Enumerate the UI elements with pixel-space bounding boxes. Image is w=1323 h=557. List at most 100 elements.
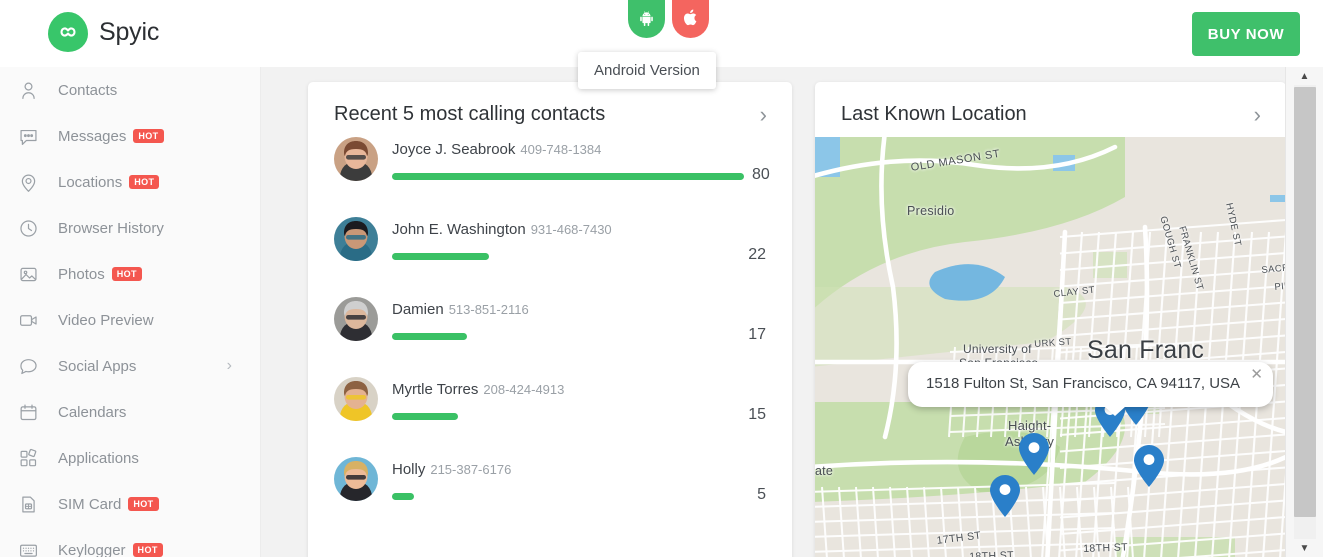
sidebar-item-messages[interactable]: Messages HOT: [0, 113, 260, 159]
sidebar-item-label: Photos: [58, 265, 105, 283]
contact-body: Joyce J. Seabrook 409-748-1384 80: [392, 137, 770, 186]
sidebar-item-contacts[interactable]: Contacts: [0, 67, 260, 113]
apple-version-button[interactable]: [672, 0, 709, 38]
map-viewport[interactable]: OLD MASON ST Presidio CLAY ST GOUGH ST FRANK…: [815, 137, 1286, 557]
map-location-pin[interactable]: [988, 474, 1022, 518]
chat-icon: [14, 356, 58, 377]
call-count-value: 22: [748, 246, 766, 263]
call-count-value: 17: [748, 326, 766, 343]
contact-phone: 208-424-4913: [483, 382, 565, 397]
contact-row[interactable]: Holly 215-387-6176 5: [308, 457, 792, 537]
chevron-right-icon[interactable]: ›: [227, 358, 232, 374]
contacts-list: Joyce J. Seabrook 409-748-1384 80 John E. W…: [308, 137, 792, 537]
close-icon[interactable]: ✕: [1250, 367, 1263, 382]
call-count-bar-fill: [392, 412, 458, 420]
sidebar-item-photos[interactable]: Photos HOT: [0, 251, 260, 297]
avatar: [334, 217, 378, 261]
chevron-right-icon[interactable]: ›: [760, 103, 767, 126]
map-location-pin[interactable]: [1017, 432, 1051, 476]
contact-row[interactable]: John E. Washington 931-468-7430 22: [308, 217, 792, 297]
android-version-button[interactable]: [628, 0, 665, 38]
popup-tail: [1104, 406, 1126, 416]
spyic-dashboard: Contacts Messages HOT Locations HOT Browser H…: [0, 0, 1323, 557]
map-card-title: Last Known Location: [841, 103, 1027, 125]
sidebar-item-applications[interactable]: Applications: [0, 435, 260, 481]
hot-badge: HOT: [128, 497, 159, 511]
contact-phone: 409-748-1384: [520, 142, 602, 157]
chevron-right-icon[interactable]: ›: [1254, 103, 1261, 126]
call-count-bar-row: 15: [392, 406, 766, 426]
sidebar-item-video-preview[interactable]: Video Preview: [0, 297, 260, 343]
map-tiles: [815, 137, 1286, 557]
contact-name: Damien: [392, 301, 444, 318]
chevron-down-icon[interactable]: ▼: [1286, 539, 1323, 557]
call-count-value: 5: [757, 486, 766, 503]
avatar: [334, 457, 378, 501]
contact-phone: 931-468-7430: [530, 222, 612, 237]
buy-now-button[interactable]: BUY NOW: [1192, 12, 1300, 56]
contact-identity: Myrtle Torres 208-424-4913: [392, 381, 766, 399]
hot-badge: HOT: [133, 129, 164, 143]
avatar: [334, 137, 378, 181]
sidebar-item-browser-history[interactable]: Browser History: [0, 205, 260, 251]
contacts-card-title: Recent 5 most calling contacts: [334, 103, 606, 125]
contact-body: John E. Washington 931-468-7430 22: [392, 217, 766, 266]
android-icon: [640, 11, 653, 27]
call-count-bar-row: 17: [392, 326, 766, 346]
sidebar-item-label: Messages: [58, 127, 127, 145]
sidebar-item-sim-card[interactable]: SIM Card HOT: [0, 481, 260, 527]
contact-row[interactable]: Joyce J. Seabrook 409-748-1384 80: [308, 137, 792, 217]
contact-name: John E. Washington: [392, 221, 526, 238]
map-location-pin[interactable]: [1132, 444, 1166, 488]
call-count-bar-row: 22: [392, 246, 766, 266]
contacts-card-header: Recent 5 most calling contacts ›: [308, 92, 792, 137]
call-count-bar-fill: [392, 172, 744, 180]
clock-icon: [14, 218, 58, 239]
sidebar-item-label: Applications: [58, 449, 139, 467]
avatar: [334, 377, 378, 421]
sidebar-item-label: Social Apps: [58, 357, 137, 375]
contact-identity: Damien 513-851-2116: [392, 301, 766, 319]
sidebar-item-keylogger[interactable]: Keylogger HOT: [0, 527, 260, 557]
hot-badge: HOT: [132, 543, 163, 557]
call-count-bar-track: [392, 412, 712, 420]
sidebar-item-label: Video Preview: [58, 311, 154, 329]
sidebar-item-calendars[interactable]: Calendars: [0, 389, 260, 435]
call-count-bar-track: [392, 332, 712, 340]
call-count-value: 15: [748, 406, 766, 423]
page-scrollbar[interactable]: ▲ ▼: [1285, 67, 1323, 557]
contact-phone: 215-387-6176: [430, 462, 512, 477]
contact-body: Myrtle Torres 208-424-4913 15: [392, 377, 766, 426]
sidebar-item-label: Keylogger: [58, 541, 126, 557]
person-icon: [14, 80, 58, 101]
contact-phone: 513-851-2116: [448, 302, 529, 317]
scrollbar-thumb[interactable]: [1294, 87, 1316, 517]
sidebar-item-label: Locations: [58, 173, 123, 191]
sidebar-item-label: SIM Card: [58, 495, 122, 513]
call-count-bar-fill: [392, 252, 489, 260]
contact-identity: John E. Washington 931-468-7430: [392, 221, 766, 239]
video-camera-icon: [14, 310, 58, 331]
sidebar-item-social-apps[interactable]: Social Apps ›: [0, 343, 260, 389]
os-version-toggle: [628, 0, 709, 38]
photo-icon: [14, 264, 58, 285]
address-text: 1518 Fulton St, San Francisco, CA 94117,…: [926, 375, 1241, 392]
avatar: [334, 297, 378, 341]
hot-badge: HOT: [129, 175, 160, 189]
hot-badge: HOT: [111, 267, 142, 281]
apps-grid-icon: [14, 448, 58, 469]
brand-logo[interactable]: Spyic: [48, 12, 159, 52]
sidebar-item-locations[interactable]: Locations HOT: [0, 159, 260, 205]
os-tooltip: Android Version: [578, 52, 716, 89]
chevron-up-icon[interactable]: ▲: [1286, 67, 1323, 85]
recent-calling-contacts-card: Recent 5 most calling contacts › Joyce J…: [308, 82, 792, 557]
contact-body: Holly 215-387-6176 5: [392, 457, 766, 506]
contact-body: Damien 513-851-2116 17: [392, 297, 766, 346]
sidebar-nav: Contacts Messages HOT Locations HOT Browser H…: [0, 67, 261, 557]
contact-row[interactable]: Myrtle Torres 208-424-4913 15: [308, 377, 792, 457]
contact-row[interactable]: Damien 513-851-2116 17: [308, 297, 792, 377]
contact-name: Holly: [392, 461, 426, 478]
call-count-bar-track: [392, 172, 744, 180]
sidebar-item-label: Calendars: [58, 403, 127, 421]
call-count-bar-track: [392, 252, 712, 260]
